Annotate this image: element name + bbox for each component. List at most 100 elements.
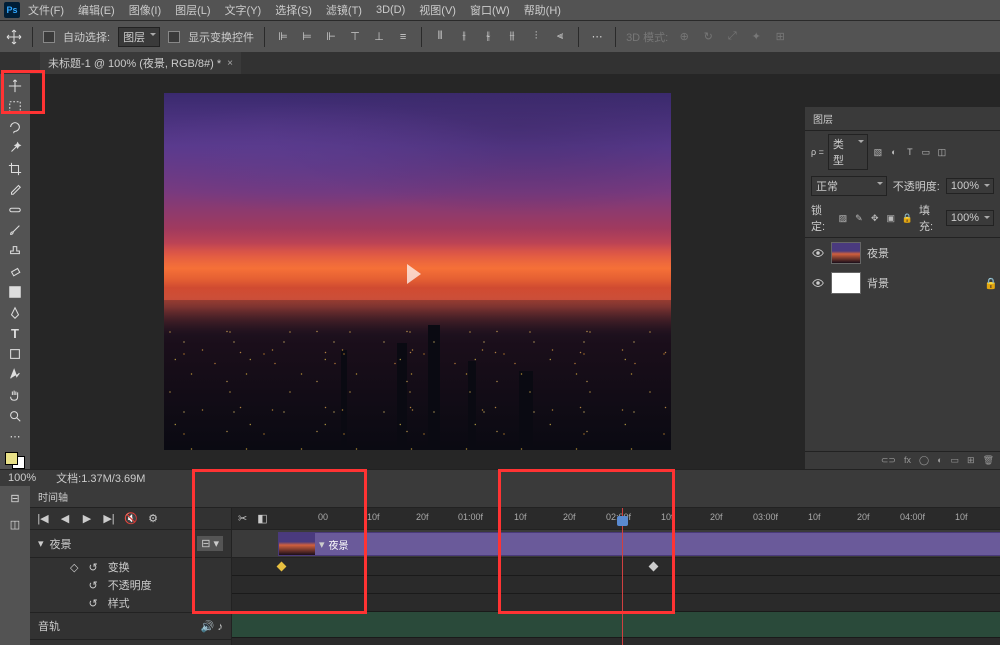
wand-tool[interactable] [4, 140, 26, 157]
menu-layer[interactable]: 图层(L) [169, 0, 216, 20]
menu-view[interactable]: 视图(V) [413, 0, 462, 20]
menu-3d[interactable]: 3D(D) [370, 2, 411, 18]
brush-tool[interactable] [4, 222, 26, 239]
mask-icon[interactable]: ◯ [919, 455, 929, 466]
close-tab-icon[interactable]: × [227, 58, 233, 69]
lock-pos-icon[interactable]: ✥ [870, 212, 880, 224]
align-icon[interactable]: ≡ [395, 29, 411, 45]
tool-palette: T ⋯ [0, 74, 30, 469]
video-clip[interactable]: ▾ 夜景 [278, 532, 1000, 556]
fill-value[interactable]: 100% [946, 210, 994, 226]
menu-select[interactable]: 选择(S) [269, 0, 318, 20]
align-icon[interactable]: ⊥ [371, 29, 387, 45]
audio-icon[interactable]: 🔊 ♪ [201, 620, 223, 633]
filter-shape-icon[interactable]: ▭ [920, 146, 932, 158]
heal-tool[interactable] [4, 201, 26, 218]
transform-prop[interactable]: 变换 [108, 559, 130, 575]
scissors-icon[interactable]: ✂ [238, 512, 247, 525]
group-icon[interactable]: ▭ [951, 455, 960, 466]
more-icon[interactable]: ⋯ [589, 29, 605, 45]
link-icon[interactable]: ⊂⊃ [881, 455, 896, 466]
right-panels: 图层 ρ = 类型 ▧ ◐ T ▭ ◫ 正常 不透明度: 100% 锁定: ▨ … [805, 74, 1000, 469]
fx-icon[interactable]: fx [904, 455, 911, 466]
collapse-icon[interactable]: ⊟ [4, 488, 26, 508]
align-icon[interactable]: ⊫ [275, 29, 291, 45]
color-swatches[interactable] [5, 452, 25, 469]
visibility-icon[interactable] [811, 276, 825, 290]
doc-size[interactable]: 文档:1.37M/3.69M [56, 470, 145, 486]
more-tools[interactable]: ⋯ [4, 428, 26, 445]
dist-icon[interactable]: ⫷ [552, 29, 568, 45]
style-prop[interactable]: 样式 [108, 595, 130, 611]
menu-filter[interactable]: 滤镜(T) [320, 0, 368, 20]
transition-icon[interactable]: ◧ [257, 512, 267, 525]
lasso-tool[interactable] [4, 119, 26, 136]
next-frame-button[interactable]: ▶| [102, 512, 116, 526]
shape-tool[interactable] [4, 346, 26, 363]
path-tool[interactable] [4, 366, 26, 383]
opacity-value[interactable]: 100% [946, 178, 994, 194]
layers-panel-title[interactable]: 图层 [805, 107, 1000, 131]
adjust-icon[interactable]: ◐ [937, 455, 942, 466]
menu-file[interactable]: 文件(F) [22, 0, 70, 20]
timeline-tracks[interactable]: ✂ ◧ 00 10f 20f 01:00f 10f 20f 02:00f 10f… [232, 508, 1000, 645]
filter-pixel-icon[interactable]: ▧ [872, 146, 884, 158]
filter-smart-icon[interactable]: ◫ [936, 146, 948, 158]
filter-adjust-icon[interactable]: ◐ [888, 146, 900, 158]
dist-icon[interactable]: ⫲ [456, 29, 472, 45]
zoom-level[interactable]: 100% [8, 472, 36, 484]
menu-window[interactable]: 窗口(W) [464, 0, 516, 20]
new-layer-icon[interactable]: ⊞ [967, 455, 975, 466]
auto-select-checkbox[interactable] [43, 31, 55, 43]
lock-pixels-icon[interactable]: ▨ [838, 212, 848, 224]
crop-tool[interactable] [4, 160, 26, 177]
menu-text[interactable]: 文字(Y) [219, 0, 268, 20]
lock-nest-icon[interactable]: ▣ [886, 212, 896, 224]
opacity-prop[interactable]: 不透明度 [108, 577, 152, 593]
pen-tool[interactable] [4, 304, 26, 321]
layer-row[interactable]: 背景 🔒 [805, 268, 1000, 298]
auto-select-target[interactable]: 图层 [118, 27, 160, 47]
track-header[interactable]: ▾ 夜景 ⊟ ▾ [30, 530, 231, 558]
menu-image[interactable]: 图像(I) [123, 0, 167, 20]
eraser-tool[interactable] [4, 263, 26, 280]
play-button[interactable]: ▶ [80, 512, 94, 526]
visibility-icon[interactable] [811, 246, 825, 260]
layer-row[interactable]: 夜景 [805, 238, 1000, 268]
menu-help[interactable]: 帮助(H) [518, 0, 567, 20]
track-opts-icon[interactable]: ⊟ ▾ [197, 536, 223, 551]
blend-mode[interactable]: 正常 [811, 176, 887, 196]
trash-icon[interactable]: 🗑 [983, 455, 994, 466]
dist-icon[interactable]: ⫵ [504, 29, 520, 45]
dist-icon[interactable]: ⫳ [480, 29, 496, 45]
hand-tool[interactable] [4, 387, 26, 404]
lock-all-icon[interactable]: 🔒 [902, 212, 913, 224]
menu-edit[interactable]: 编辑(E) [72, 0, 121, 20]
zoom-tool[interactable] [4, 407, 26, 424]
canvas-area[interactable] [30, 74, 805, 469]
stamp-tool[interactable] [4, 243, 26, 260]
settings-button[interactable]: ⚙ [146, 512, 160, 526]
panel-prop-icon[interactable]: ◫ [4, 514, 26, 534]
align-icon[interactable]: ⊨ [299, 29, 315, 45]
dist-icon[interactable]: ⫶ [528, 29, 544, 45]
layer-filter-type[interactable]: 类型 [828, 134, 868, 170]
type-tool[interactable]: T [4, 325, 26, 342]
playhead[interactable] [622, 508, 623, 645]
dist-icon[interactable]: ⫴ [432, 29, 448, 45]
show-transform-checkbox[interactable] [168, 31, 180, 43]
move-tool[interactable] [4, 78, 26, 95]
filter-type-icon[interactable]: T [904, 146, 916, 158]
align-icon[interactable]: ⊩ [323, 29, 339, 45]
align-icon[interactable]: ⊤ [347, 29, 363, 45]
gradient-tool[interactable] [4, 284, 26, 301]
eyedrop-tool[interactable] [4, 181, 26, 198]
goto-start-button[interactable]: |◀ [36, 512, 50, 526]
marquee-tool[interactable] [4, 99, 26, 116]
expand-icon[interactable]: ▾ [38, 537, 44, 550]
mute-button[interactable]: 🔇 [124, 512, 138, 526]
time-ruler[interactable]: 00 10f 20f 01:00f 10f 20f 02:00f 10f 20f… [272, 508, 1000, 530]
document-tab[interactable]: 未标题-1 @ 100% (夜景, RGB/8#) * × [40, 52, 241, 74]
lock-brush-icon[interactable]: ✎ [854, 212, 864, 224]
prev-frame-button[interactable]: ◀ [58, 512, 72, 526]
